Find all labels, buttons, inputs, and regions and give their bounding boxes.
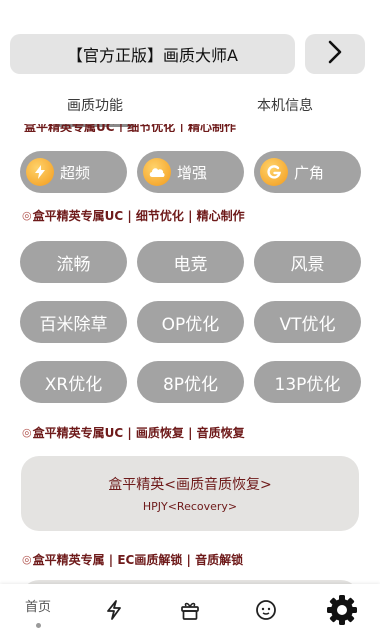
nav-boost[interactable] — [76, 584, 152, 640]
face-icon — [254, 598, 278, 626]
gear-icon — [325, 593, 359, 631]
next-button[interactable] — [305, 34, 365, 74]
chevron-right-icon — [325, 39, 345, 69]
active-dot — [35, 623, 41, 628]
preset-button[interactable]: 流畅 — [20, 241, 127, 283]
section-label-uc-detail: ◎ 盒平精英专属UC | 细节优化 | 精心制作 — [22, 209, 245, 223]
preset-button[interactable]: 百米除草 — [20, 301, 127, 343]
scrolled-section-label: 盒平精英专属UC | 细节优化 | 精心制作 — [24, 124, 237, 132]
bottom-navigation: 首页 — [0, 584, 380, 640]
nav-gift[interactable] — [152, 584, 228, 640]
app-title-bar[interactable]: 【官方正版】画质大师A — [10, 34, 295, 74]
section-label-ec-unlock: ◎ 盒平精英专属 | EC画质解锁 | 音质解锁 — [22, 553, 244, 567]
nav-settings[interactable] — [304, 584, 380, 640]
g-orange-icon — [260, 158, 288, 186]
button-label: 增强 — [177, 163, 208, 182]
preset-button[interactable]: 电竞 — [137, 241, 244, 283]
top-bar: 【官方正版】画质大师A — [10, 34, 366, 74]
preset-button[interactable]: 风景 — [254, 241, 361, 283]
circle-mark-icon: ◎ — [22, 553, 32, 566]
preset-button[interactable]: VT优化 — [254, 301, 361, 343]
wide-angle-button[interactable]: 广角 — [254, 151, 361, 193]
lightning-orange-icon — [26, 158, 54, 186]
preset-button[interactable]: 13P优化 — [254, 361, 361, 403]
overclock-button[interactable]: 超频 — [20, 151, 127, 193]
circle-mark-icon: ◎ — [22, 209, 32, 222]
button-label: 超频 — [60, 163, 91, 182]
preset-button[interactable]: 8P优化 — [137, 361, 244, 403]
recovery-subtitle: HPJY<Recovery> — [142, 500, 238, 513]
button-label: 广角 — [294, 163, 325, 182]
nav-profile[interactable] — [228, 584, 304, 640]
section-label-uc-recovery: ◎ 盒平精英专属UC | 画质恢复 | 音质恢复 — [22, 426, 245, 440]
lightning-icon — [104, 599, 124, 625]
gift-icon — [179, 599, 201, 625]
nav-home-label: 首页 — [24, 600, 51, 615]
tab-label: 画质功能 — [67, 98, 123, 114]
app-title: 【官方正版】画质大师A — [67, 46, 238, 65]
cloud-orange-icon — [143, 158, 171, 186]
recovery-card-button[interactable]: 盒平精英<画质音质恢复> HPJY<Recovery> — [21, 456, 359, 531]
preset-button[interactable]: XR优化 — [20, 361, 127, 403]
tab-label: 本机信息 — [257, 98, 313, 114]
preset-button[interactable]: OP优化 — [137, 301, 244, 343]
enhance-button[interactable]: 增强 — [137, 151, 244, 193]
recovery-title: 盒平精英<画质音质恢复> — [108, 477, 272, 493]
tab-quality-features[interactable]: 画质功能 — [40, 90, 150, 120]
circle-mark-icon: ◎ — [22, 426, 32, 439]
tab-device-info[interactable]: 本机信息 — [230, 90, 340, 120]
nav-home[interactable]: 首页 — [0, 584, 76, 640]
